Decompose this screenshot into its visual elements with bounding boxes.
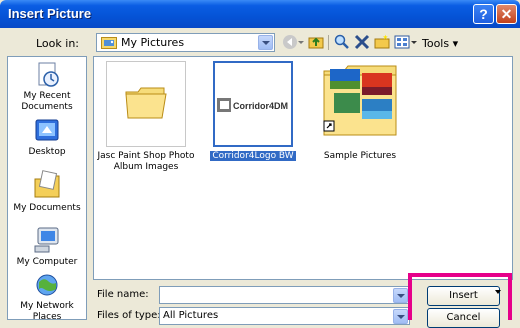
file-type-dropdown[interactable]: All Pictures <box>159 307 410 325</box>
folder-icon <box>125 87 167 119</box>
annotation-highlight-box <box>408 273 512 320</box>
views-icon[interactable] <box>394 34 410 50</box>
place-desktop[interactable]: Desktop <box>8 117 86 158</box>
file-type-label: Files of type: <box>97 310 161 321</box>
recent-documents-icon <box>38 62 59 87</box>
file-label: Sample Pictures <box>323 151 397 161</box>
back-icon[interactable] <box>282 34 298 50</box>
place-label: My Documents <box>13 203 81 213</box>
look-in-dropdown[interactable]: My Pictures <box>96 33 275 52</box>
place-label: Desktop <box>28 147 66 157</box>
corridor-logo-image: Corridor4DM <box>217 98 288 112</box>
file-thumbnail-selected: Corridor4DM <box>213 61 293 147</box>
look-in-dropdown-arrow[interactable] <box>258 35 273 50</box>
file-name-label: File name: <box>97 289 149 300</box>
file-list[interactable]: Jasc Paint Shop Photo Album Images Corri… <box>93 56 513 280</box>
tools-menu[interactable]: Tools ▾ <box>422 37 458 50</box>
file-name-dropdown-arrow[interactable] <box>393 288 408 303</box>
file-name-input[interactable] <box>159 286 410 304</box>
up-folder-icon[interactable] <box>308 34 324 50</box>
file-type-value: All Pictures <box>163 310 219 321</box>
file-item-sample-pictures[interactable]: Sample Pictures <box>310 61 410 162</box>
places-bar: My Recent Documents Desktop My Documents… <box>7 56 87 323</box>
place-my-documents[interactable]: My Documents <box>8 169 86 214</box>
views-dropdown-icon[interactable] <box>411 34 417 50</box>
sample-pictures-folder-icon <box>323 65 397 136</box>
place-label: My Recent Documents <box>21 91 73 112</box>
look-in-value: My Pictures <box>121 36 185 49</box>
back-dropdown-icon[interactable] <box>298 34 304 50</box>
network-places-icon <box>36 274 58 296</box>
toolbar-separator <box>328 35 329 50</box>
file-thumbnail <box>106 61 186 147</box>
new-folder-icon[interactable] <box>374 34 390 50</box>
place-label: My Computer <box>16 257 78 267</box>
delete-icon[interactable] <box>354 34 370 50</box>
place-label: My Network Places <box>20 301 74 322</box>
file-item-jasc-folder[interactable]: Jasc Paint Shop Photo Album Images <box>96 61 196 173</box>
close-button[interactable]: ✕ <box>496 4 517 24</box>
search-web-icon[interactable] <box>334 34 350 50</box>
title-bar: Insert Picture ? ✕ <box>0 0 520 28</box>
file-label-selected: Corridor4Logo BW <box>203 151 303 162</box>
file-thumbnail <box>320 61 400 147</box>
place-my-network-places[interactable]: My Network Places <box>8 273 86 323</box>
desktop-icon <box>35 119 59 141</box>
my-computer-icon <box>34 227 59 253</box>
place-my-recent-documents[interactable]: My Recent Documents <box>8 61 86 113</box>
logo-text: Corridor4DM <box>233 101 288 111</box>
my-pictures-folder-icon <box>101 37 117 49</box>
file-label: Jasc Paint Shop Photo Album Images <box>97 151 195 172</box>
window-title: Insert Picture <box>8 6 92 21</box>
file-label: Corridor4Logo BW <box>210 151 296 161</box>
look-in-label: Look in: <box>36 37 79 50</box>
help-button[interactable]: ? <box>473 4 494 24</box>
my-documents-icon <box>34 170 60 198</box>
file-item-corridor4logo[interactable]: Corridor4DM Corridor4Logo BW <box>203 61 303 162</box>
file-type-dropdown-arrow[interactable] <box>393 309 408 324</box>
place-my-computer[interactable]: My Computer <box>8 225 86 268</box>
